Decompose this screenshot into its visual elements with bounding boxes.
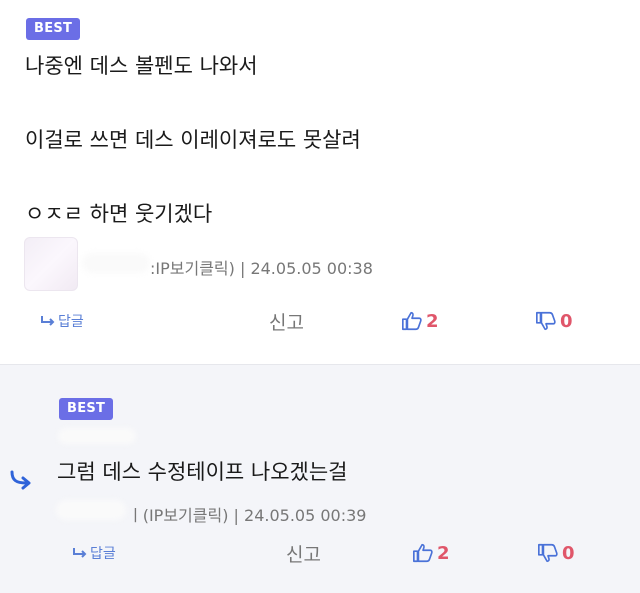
avatar[interactable] bbox=[24, 237, 78, 291]
upvote-count: 2 bbox=[426, 310, 439, 332]
downvote-button[interactable]: 0 bbox=[537, 542, 575, 564]
author-name[interactable] bbox=[82, 253, 150, 273]
upvote-count: 2 bbox=[437, 542, 450, 564]
comment-line-3: ㅇㅈㄹ 하면 웃기겠다 bbox=[25, 202, 213, 226]
reply-button[interactable]: 답글 bbox=[40, 311, 84, 331]
reply-label: 답글 bbox=[58, 314, 84, 330]
reply-indicator-icon bbox=[10, 470, 31, 490]
reply-author-name-2[interactable] bbox=[56, 500, 126, 520]
reply-arrow-icon bbox=[73, 548, 87, 558]
comment-meta[interactable]: :IP보기클릭) | 24.05.05 00:38 bbox=[150, 255, 373, 279]
downvote-button[interactable]: 0 bbox=[535, 310, 573, 332]
reply-author-name[interactable] bbox=[58, 428, 136, 444]
reply-text: 그럼 데스 수정테이프 나오겠는걸 bbox=[57, 460, 348, 484]
comment-line-1: 나중엔 데스 볼펜도 나와서 bbox=[25, 54, 258, 78]
best-badge: BEST bbox=[59, 398, 114, 420]
upvote-button[interactable]: 2 bbox=[412, 542, 450, 564]
thumbs-down-icon bbox=[538, 543, 558, 563]
thumbs-up-icon bbox=[413, 543, 433, 563]
reply-meta[interactable]: ㅣ(IP보기클릭) | 24.05.05 00:39 bbox=[128, 502, 366, 526]
downvote-count: 0 bbox=[562, 542, 575, 564]
downvote-count: 0 bbox=[560, 310, 573, 332]
upvote-button[interactable]: 2 bbox=[401, 310, 439, 332]
best-badge: BEST bbox=[26, 18, 81, 40]
reply-label: 답글 bbox=[90, 546, 116, 562]
thumbs-down-icon bbox=[536, 311, 556, 331]
reply-arrow-icon bbox=[41, 316, 55, 326]
report-button[interactable]: 신고 bbox=[269, 308, 304, 335]
report-button[interactable]: 신고 bbox=[286, 540, 321, 567]
comment-line-2: 이걸로 쓰면 데스 이레이져로도 못살려 bbox=[25, 128, 361, 152]
reply-button[interactable]: 답글 bbox=[72, 543, 116, 563]
thumbs-up-icon bbox=[402, 311, 422, 331]
